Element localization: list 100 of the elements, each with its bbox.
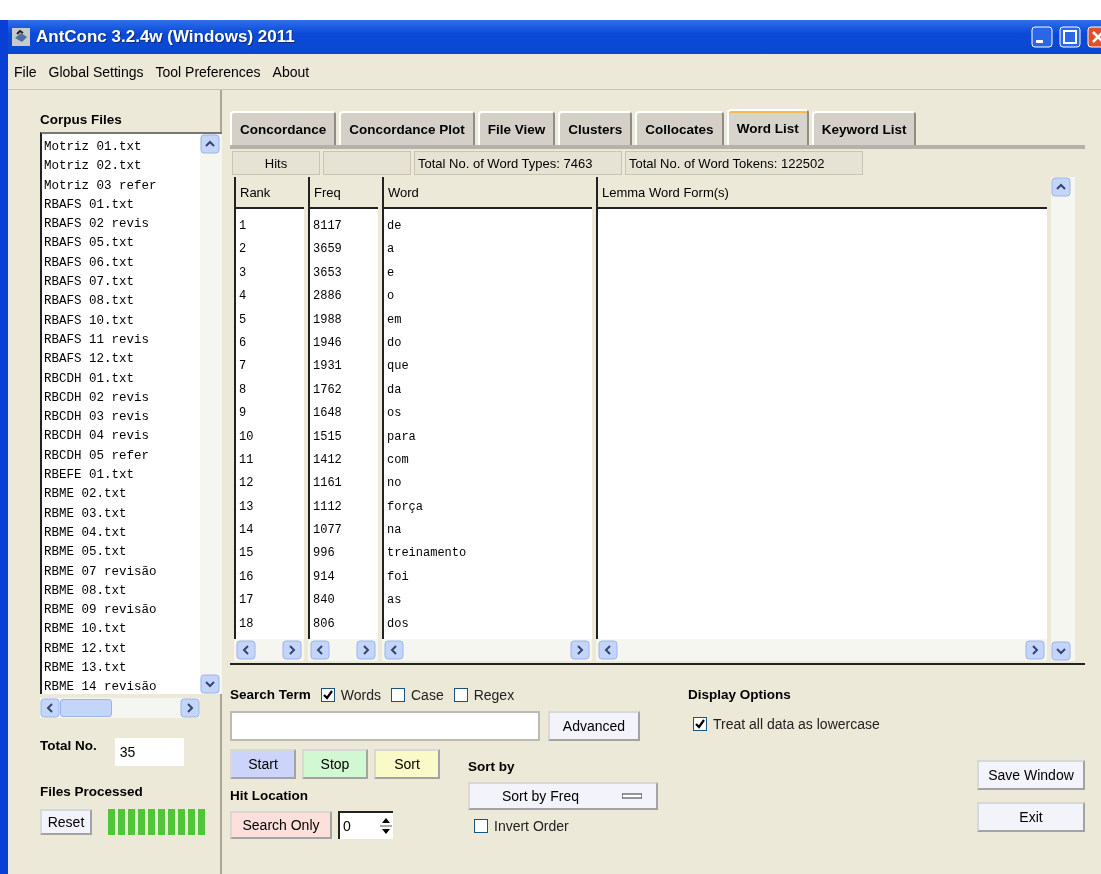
scroll-thumb[interactable] [60, 699, 112, 717]
table-cell-text: 18 [238, 615, 255, 633]
scroll-right-icon[interactable] [1025, 640, 1045, 660]
scroll-right-icon[interactable] [180, 698, 200, 718]
scroll-down-icon[interactable] [200, 674, 220, 694]
window-button[interactable]: Save Window [977, 760, 1085, 790]
table-cell-text: 806 [312, 615, 336, 633]
tab[interactable]: File View [477, 111, 556, 145]
table-cell-text: 12 [238, 475, 255, 493]
corpus-file-item[interactable]: RBAFS 07.txt [44, 273, 200, 293]
action-button[interactable]: Start [230, 749, 296, 779]
corpus-file-item[interactable]: RBME 07 revisão [44, 562, 200, 582]
table-cell-text: 1412 [312, 451, 343, 469]
tab[interactable]: Concordance [230, 111, 337, 145]
table-cell-text: 13 [238, 498, 255, 516]
table-cell-text: da [386, 381, 403, 399]
checkbox-label: Words [340, 687, 381, 703]
menu-item[interactable]: Tool Preferences [153, 61, 263, 82]
checkbox-label: Regex [473, 687, 515, 703]
table-cell-text: 1161 [312, 475, 343, 493]
corpus-file-item[interactable]: RBCDH 03 revis [44, 408, 200, 428]
corpus-file-item[interactable]: RBAFS 12.txt [44, 350, 200, 370]
spinner-field[interactable]: 0 [338, 811, 393, 839]
tab[interactable]: Keyword List [811, 111, 917, 145]
scroll-down-icon[interactable] [1051, 641, 1071, 661]
corpus-file-item[interactable]: RBAFS 05.txt [44, 234, 200, 254]
corpus-file-item[interactable]: RBAFS 06.txt [44, 253, 200, 274]
corpus-file-item[interactable]: Motriz 01.txt [44, 138, 200, 158]
table-cell-text: que [386, 358, 410, 376]
tab[interactable]: Concordance Plot [339, 111, 475, 145]
corpus-file-item[interactable]: RBME 10.txt [44, 620, 200, 640]
scroll-left-icon[interactable] [40, 698, 60, 718]
menu-item[interactable]: About [270, 61, 312, 82]
menu-item[interactable]: File [12, 61, 39, 82]
minimize-icon[interactable] [1031, 26, 1053, 48]
checkbox[interactable] [320, 688, 335, 702]
search-only-button[interactable]: Search Only [230, 811, 332, 839]
scroll-up-icon[interactable] [200, 134, 220, 154]
sort-dropdown[interactable]: Sort by Freq [468, 782, 658, 810]
scroll-up-icon[interactable] [1051, 177, 1071, 197]
corpus-file-item[interactable]: RBEFE 01.txt [44, 466, 200, 486]
corpus-file-item[interactable]: RBCDH 05 refer [44, 446, 200, 467]
table-cell-text: 5 [238, 311, 248, 329]
checkbox[interactable] [693, 717, 707, 731]
search-term-label: Search Term [230, 687, 311, 702]
corpus-file-item[interactable]: RBAFS 02 revis [44, 215, 200, 235]
scroll-right-icon[interactable] [282, 640, 302, 660]
corpus-file-item[interactable]: RBAFS 10.txt [44, 311, 200, 331]
corpus-file-item[interactable]: RBAFS 11 revis [44, 330, 200, 351]
scroll-right-icon[interactable] [356, 640, 376, 660]
corpus-file-item[interactable]: RBME 02.txt [44, 485, 200, 505]
checkbox[interactable] [391, 688, 405, 702]
action-button[interactable]: Stop [302, 749, 368, 779]
corpus-file-item[interactable]: RBCDH 01.txt [44, 369, 200, 389]
corpus-file-item[interactable]: RBAFS 01.txt [44, 195, 200, 216]
corpus-file-item[interactable]: RBME 04.txt [44, 523, 200, 544]
total-value: 35 [114, 738, 184, 766]
corpus-file-item[interactable]: Motriz 03 refer [44, 176, 200, 196]
corpus-file-item[interactable]: RBME 03.txt [44, 504, 200, 524]
table-cell-text: 1931 [312, 358, 343, 376]
table-cell-text: 11 [238, 451, 255, 469]
table-cell-text: 1 [238, 218, 248, 235]
checkbox-label: Treat all data as lowercase [713, 716, 880, 732]
corpus-file-item[interactable]: RBME 08.txt [44, 581, 200, 602]
reset-button[interactable]: Reset [40, 809, 92, 835]
scroll-left-icon[interactable] [598, 640, 618, 660]
table-cell-text: a [386, 241, 396, 259]
corpus-file-item[interactable]: RBME 12.txt [44, 639, 200, 659]
corpus-files-heading: Corpus Files [40, 112, 122, 127]
corpus-file-item[interactable]: RBME 14 revisão [44, 678, 200, 694]
checkbox[interactable] [453, 688, 468, 702]
scroll-right-icon[interactable] [570, 640, 590, 660]
horizontal-scrollbar[interactable] [40, 698, 200, 718]
window-button[interactable]: Exit [977, 802, 1085, 832]
tab[interactable]: Word List [726, 109, 809, 145]
app-icon [12, 28, 30, 46]
table-cell-text: 1648 [312, 405, 343, 423]
corpus-file-item[interactable]: RBME 05.txt [44, 543, 200, 563]
table-cell-text: com [386, 451, 410, 469]
checkbox[interactable] [474, 819, 488, 833]
corpus-file-item[interactable]: RBME 09 revisão [44, 601, 200, 621]
corpus-file-item[interactable]: Motriz 02.txt [44, 157, 200, 177]
advanced-button[interactable]: Advanced [548, 711, 640, 741]
files-processed-label: Files Processed [40, 784, 143, 799]
menu-item[interactable]: Global Settings [46, 61, 146, 82]
table-cell-text: e [386, 264, 396, 282]
table-cell-text: os [386, 405, 403, 423]
action-button[interactable]: Sort [374, 749, 440, 779]
table-cell-text: 1077 [312, 522, 343, 540]
tab[interactable]: Collocates [635, 111, 724, 145]
corpus-file-item[interactable]: RBME 13.txt [44, 659, 200, 679]
corpus-file-item[interactable]: RBAFS 08.txt [44, 292, 200, 312]
corpus-file-item[interactable]: RBCDH 04 revis [44, 427, 200, 447]
scroll-left-icon[interactable] [310, 640, 330, 660]
tab[interactable]: Clusters [558, 111, 633, 145]
scroll-left-icon[interactable] [236, 640, 256, 660]
maximize-icon[interactable] [1059, 26, 1081, 48]
search-field[interactable] [230, 711, 540, 741]
corpus-file-item[interactable]: RBCDH 02 revis [44, 388, 200, 409]
scroll-left-icon[interactable] [384, 640, 404, 660]
